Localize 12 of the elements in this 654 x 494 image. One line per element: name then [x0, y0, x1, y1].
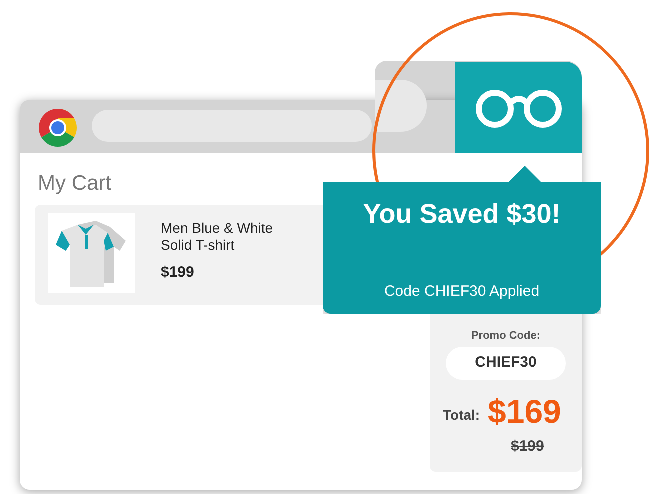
product-price: $199	[161, 263, 194, 283]
popup-headline: You Saved $30!	[362, 198, 562, 231]
promo-code-field[interactable]: CHIEF30	[446, 347, 566, 380]
popup-message: Code CHIEF30 Applied	[383, 282, 541, 302]
product-name: Men Blue & White Solid T-shirt	[161, 220, 274, 254]
total-label: Total:	[443, 406, 480, 425]
original-price: $199	[511, 437, 544, 457]
promo-label: Promo Code:	[470, 329, 542, 344]
extension-button[interactable]	[455, 62, 582, 153]
total-price: $169	[488, 392, 562, 432]
browser-logo-icon	[38, 108, 78, 148]
cart-title: My Cart	[38, 171, 112, 197]
